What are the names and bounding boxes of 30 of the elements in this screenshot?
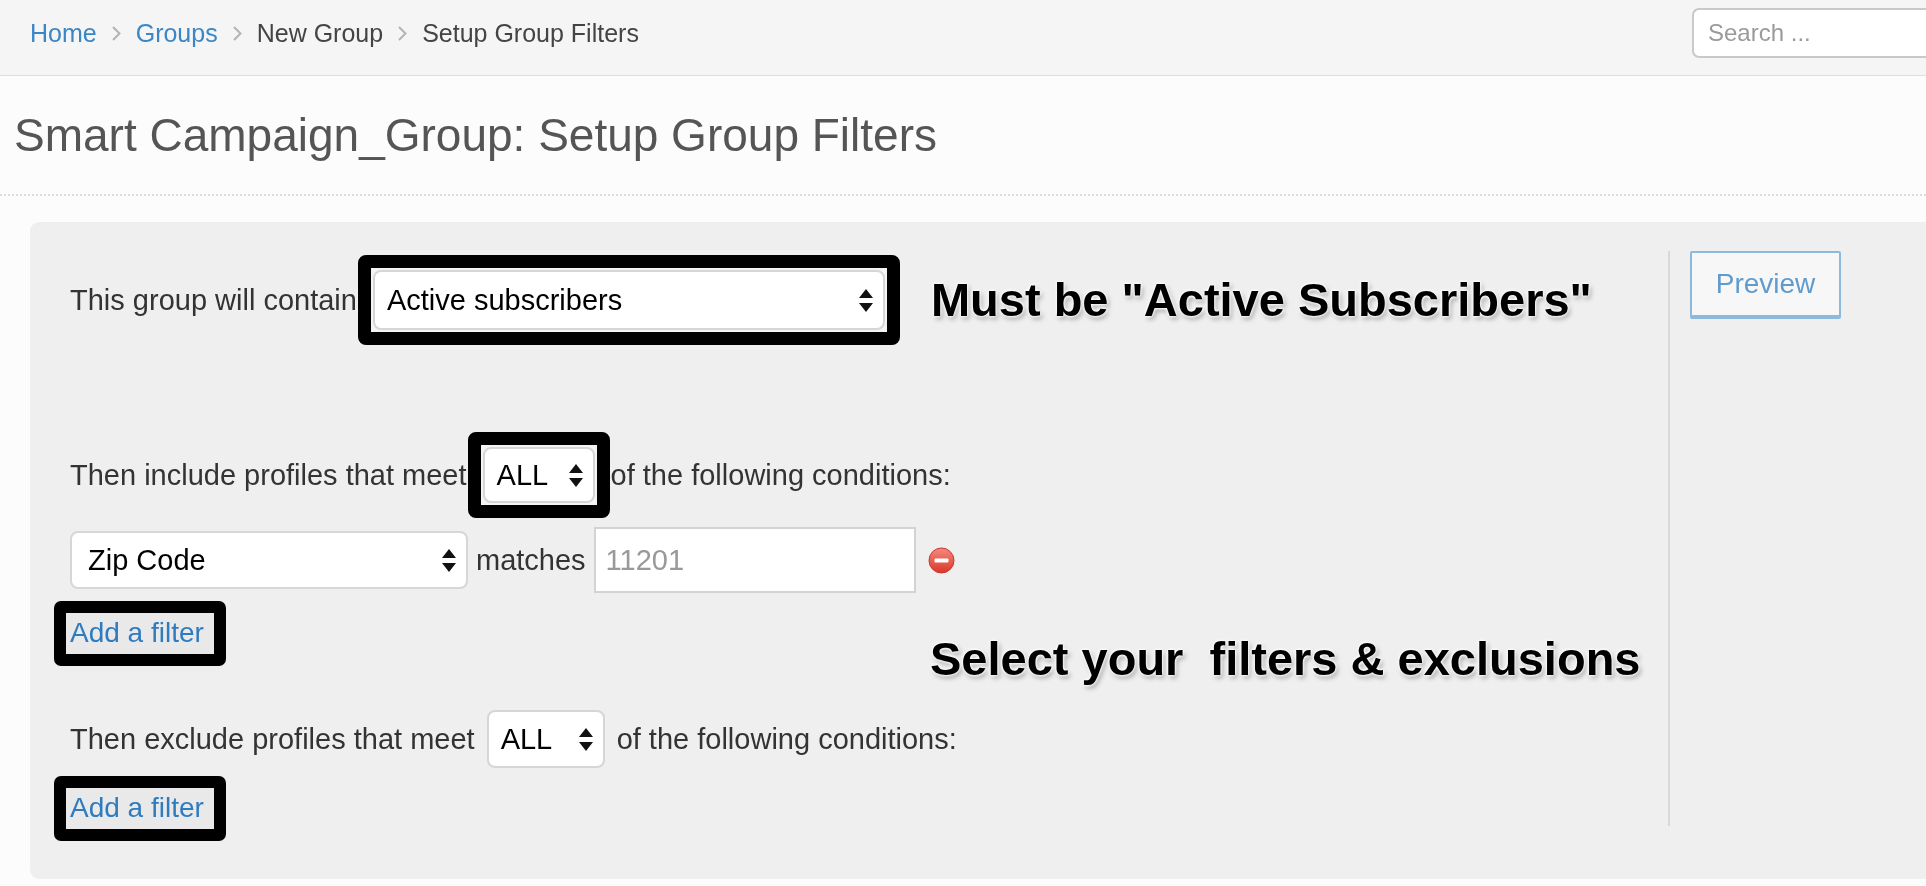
search-field[interactable]: Search ... [1692,8,1926,58]
chevron-right-icon [232,25,242,41]
dropdown[interactable]: Zip Code [70,531,468,589]
updown-arrows-icon [442,547,456,573]
updown-arrows-icon [578,726,593,752]
operator-label: matches [476,543,586,577]
value-input[interactable]: 11201 [593,527,916,593]
dropdown[interactable]: ALL [482,447,595,503]
form-label: of the following conditions: [610,458,951,492]
form-label: This group will contain [70,283,357,317]
breadcrumb-text: New Group [256,18,384,48]
dropdown[interactable]: ALL [486,710,605,768]
breadcrumb-text: Setup Group Filters [422,18,639,48]
updown-arrows-icon [568,462,583,488]
breadcrumb-link[interactable]: Home [30,18,97,48]
updown-arrows-icon [858,287,873,313]
annotation-text: Must be "Active Subscribers" [930,272,1592,328]
chevron-right-icon [398,25,408,41]
preview-button[interactable]: Preview [1690,251,1841,319]
page-title: Smart Campaign_Group: Setup Group Filters [14,108,937,162]
add-filter-link[interactable]: Add a filter [70,790,204,826]
form-label: of the following conditions: [616,722,957,756]
form-label: Then exclude profiles that meet [70,722,475,756]
breadcrumb-link[interactable]: Groups [135,18,218,48]
minus-circle-icon[interactable] [927,546,955,574]
form-label: Then include profiles that meet [70,458,467,492]
add-filter-link[interactable]: Add a filter [70,615,204,651]
annotation-text: Select your filters & exclusions [930,631,1641,687]
dropdown[interactable]: Active subscribers [372,270,885,330]
chevron-right-icon [111,25,121,41]
